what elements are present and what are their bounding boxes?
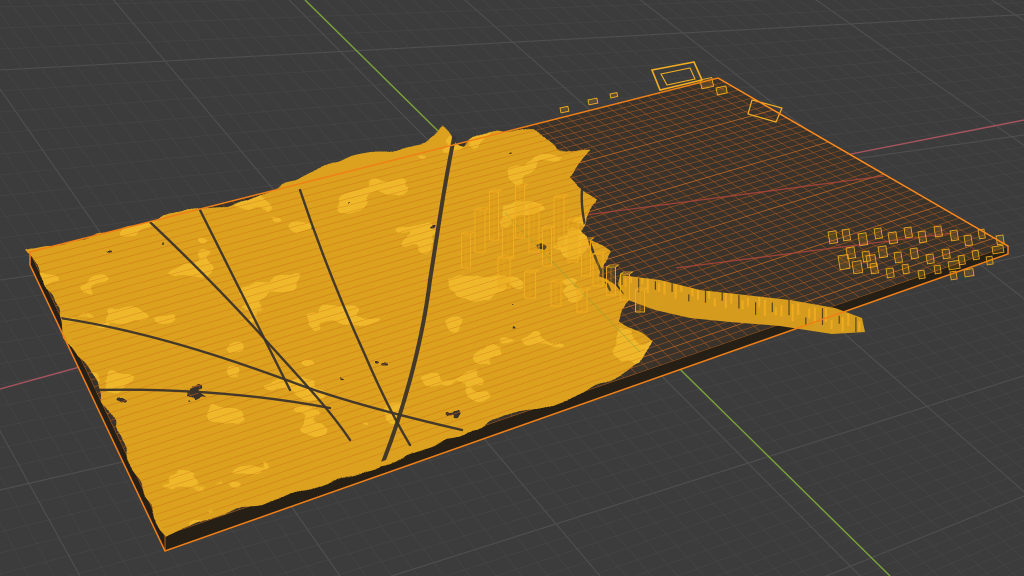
city-map-model[interactable] — [0, 61, 1024, 570]
viewport-3d[interactable] — [0, 0, 1024, 576]
